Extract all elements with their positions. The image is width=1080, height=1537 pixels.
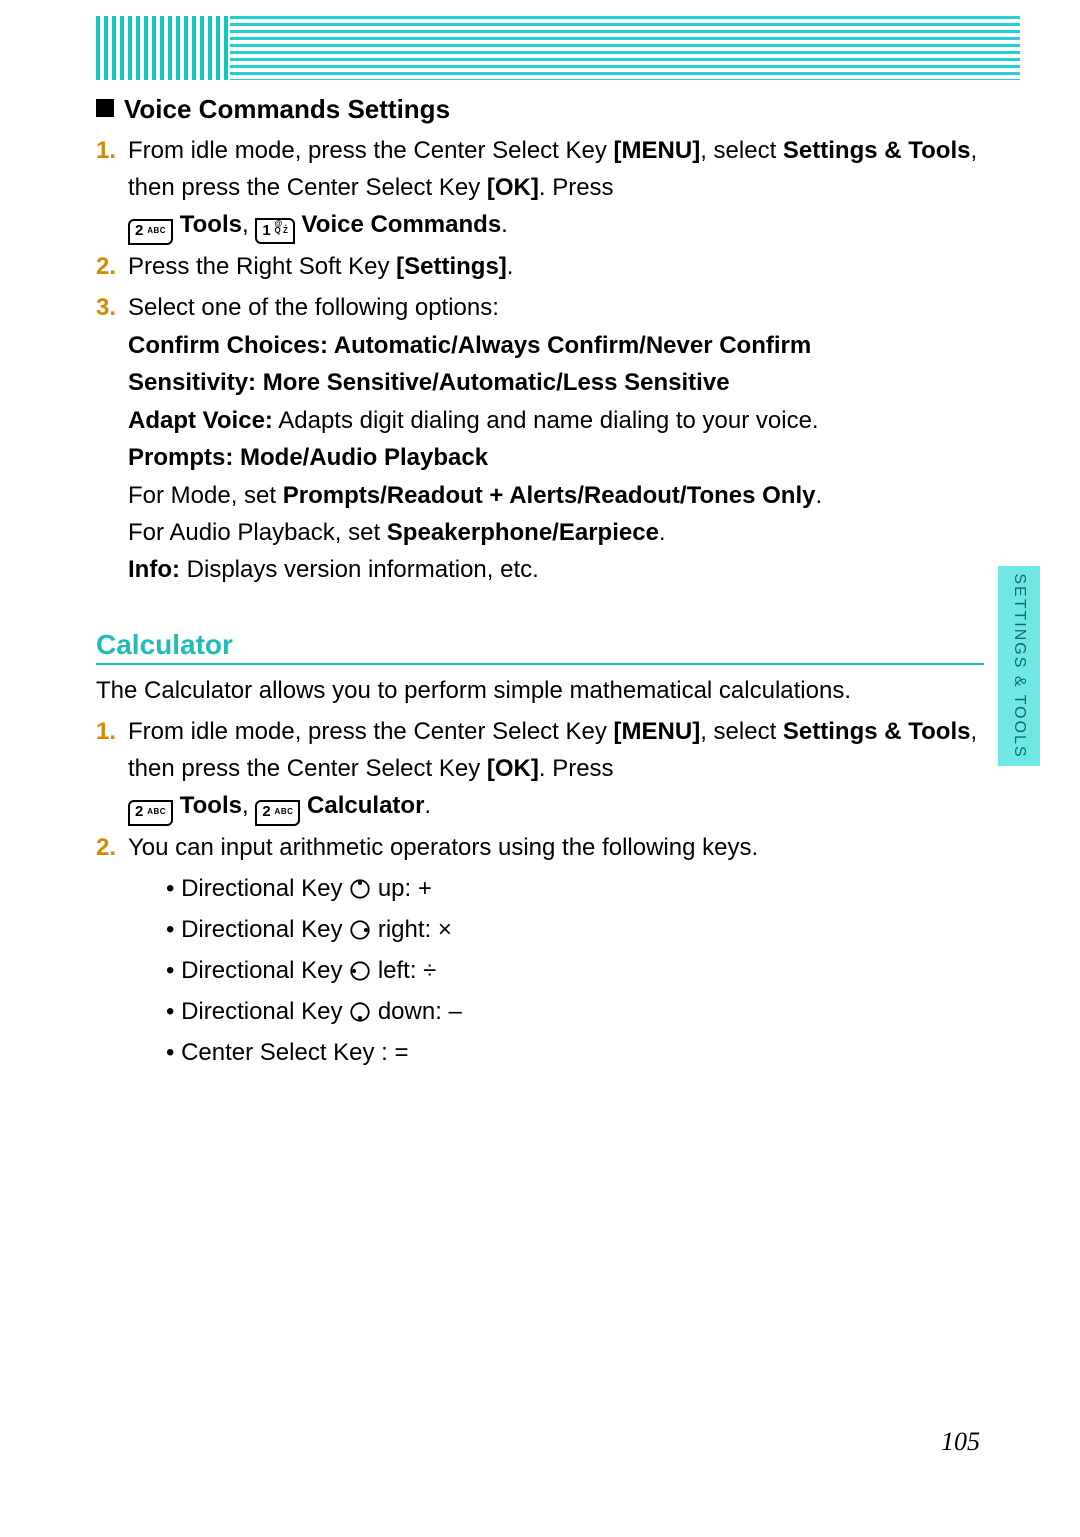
bullet-right: • Directional Key right: × <box>166 912 984 949</box>
square-bullet-icon <box>96 99 114 117</box>
step-1-voice: 1. From idle mode, press the Center Sele… <box>96 133 984 245</box>
dpad-right-icon <box>349 919 371 941</box>
step-2-calc: 2. You can input arithmetic operators us… <box>96 830 984 867</box>
bullet-left: • Directional Key left: ÷ <box>166 953 984 990</box>
bullet-center: • Center Select Key : = <box>166 1035 984 1072</box>
section-tab: SETTINGS & TOOLS <box>998 566 1040 766</box>
calculator-keys-list: • Directional Key up: + • Directional Ke… <box>166 871 984 1072</box>
step-2-voice: 2. Press the Right Soft Key [Settings]. <box>96 249 984 286</box>
dpad-left-icon <box>349 960 371 982</box>
page-content: Voice Commands Settings 1. From idle mod… <box>96 0 984 1071</box>
step-1-calc: 1. From idle mode, press the Center Sele… <box>96 714 984 826</box>
voice-options: Confirm Choices: Automatic/Always Confir… <box>128 327 984 589</box>
page-number: 105 <box>941 1427 980 1457</box>
step-3-voice: 3. Select one of the following options: <box>96 290 984 327</box>
calculator-intro: The Calculator allows you to perform sim… <box>96 673 984 710</box>
heading-calculator: Calculator <box>96 629 984 665</box>
keypad-2-icon: 2 ABC <box>128 800 173 826</box>
section-tab-label: SETTINGS & TOOLS <box>1010 573 1028 758</box>
header-stripes-icon <box>230 16 1020 80</box>
manual-page: SETTINGS & TOOLS Voice Commands Settings… <box>0 0 1080 1537</box>
header-hatch-icon <box>96 16 230 80</box>
keypad-2-icon: 2 ABC <box>128 219 173 245</box>
keypad-1-icon: 1 @ .Q Z <box>255 218 295 244</box>
bullet-down: • Directional Key down: – <box>166 994 984 1031</box>
header-decor <box>96 16 1020 80</box>
keypad-2-icon: 2 ABC <box>255 800 300 826</box>
heading-voice-commands: Voice Commands Settings <box>96 94 984 125</box>
dpad-down-icon <box>349 1001 371 1023</box>
dpad-up-icon <box>349 878 371 900</box>
bullet-up: • Directional Key up: + <box>166 871 984 908</box>
